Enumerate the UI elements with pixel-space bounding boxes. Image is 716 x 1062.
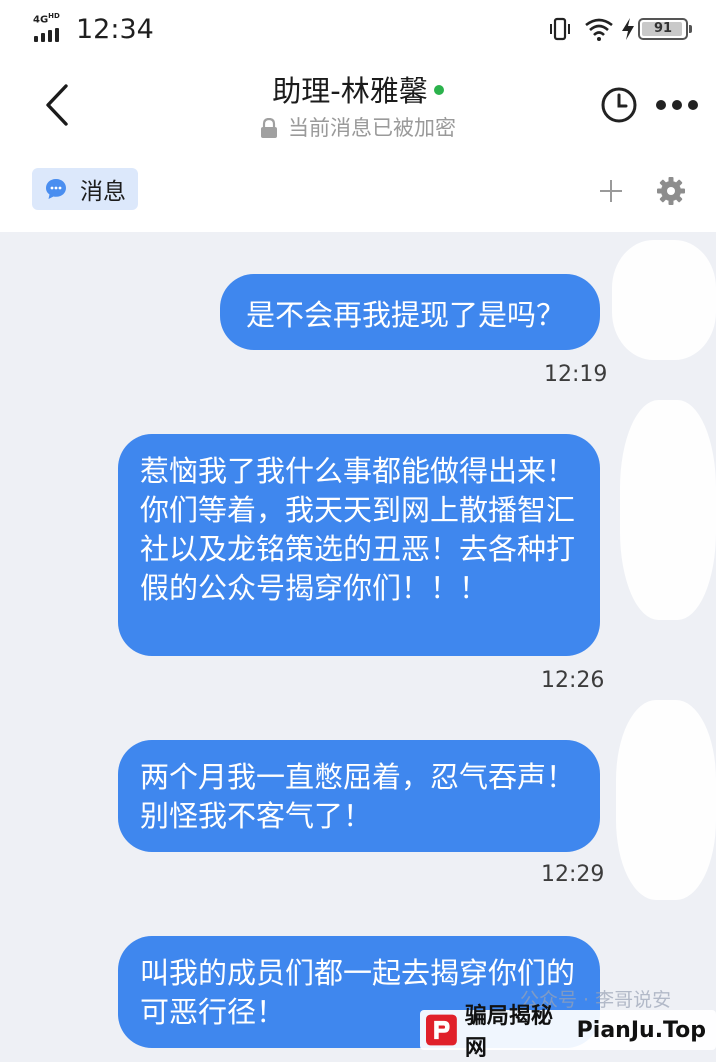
smudge xyxy=(612,240,716,360)
more-options-icon[interactable] xyxy=(656,100,698,112)
charging-icon xyxy=(622,18,634,40)
network-indicator: 4GHD xyxy=(33,12,60,26)
clock-history-icon[interactable] xyxy=(600,86,638,124)
contact-name: 助理-林雅馨 xyxy=(272,74,428,108)
message-bubble[interactable]: 两个月我一直憋屈着，忍气吞声！别怪我不客气了！ xyxy=(118,740,600,852)
status-time: 12:34 xyxy=(76,14,154,45)
battery-level: 91 xyxy=(653,21,673,36)
lock-icon xyxy=(261,118,277,138)
message-bubble[interactable]: 是不会再我提现了是吗？ xyxy=(220,274,600,350)
tab-messages[interactable]: 消息 xyxy=(32,168,138,210)
site-watermark: 骗局揭秘网 PianJu.Top xyxy=(420,1004,716,1061)
watermark-name: 骗局揭秘网 xyxy=(464,1004,553,1061)
chat-header: 助理-林雅馨 当前消息已被加密 xyxy=(0,62,716,150)
message-bubble[interactable]: 惹恼我了我什么事都能做得出来！你们等着，我天天到网上散播智汇社以及龙铭策选的丑恶… xyxy=(118,434,600,656)
encryption-notice: 当前消息已被加密 xyxy=(288,116,456,140)
vibrate-icon xyxy=(550,17,570,41)
tab-bar: 消息 xyxy=(0,150,716,232)
message-timestamp: 12:26 xyxy=(541,668,605,693)
smudge xyxy=(616,700,716,900)
online-status-dot xyxy=(433,84,444,95)
status-bar: 4GHD 12:34 91 xyxy=(0,0,716,62)
plus-icon[interactable] xyxy=(598,178,624,204)
smudge xyxy=(620,400,716,620)
battery-icon: 91 xyxy=(638,18,692,40)
message-timestamp: 12:29 xyxy=(541,862,605,887)
settings-gear-icon[interactable] xyxy=(656,176,686,206)
message-timestamp: 12:19 xyxy=(544,362,608,387)
watermark-logo-icon xyxy=(426,1014,457,1046)
wifi-icon xyxy=(585,18,613,41)
watermark-site: PianJu.Top xyxy=(576,1017,706,1043)
chat-bubble-icon xyxy=(46,179,66,199)
tab-messages-label: 消息 xyxy=(80,179,126,205)
signal-icon xyxy=(34,28,59,42)
